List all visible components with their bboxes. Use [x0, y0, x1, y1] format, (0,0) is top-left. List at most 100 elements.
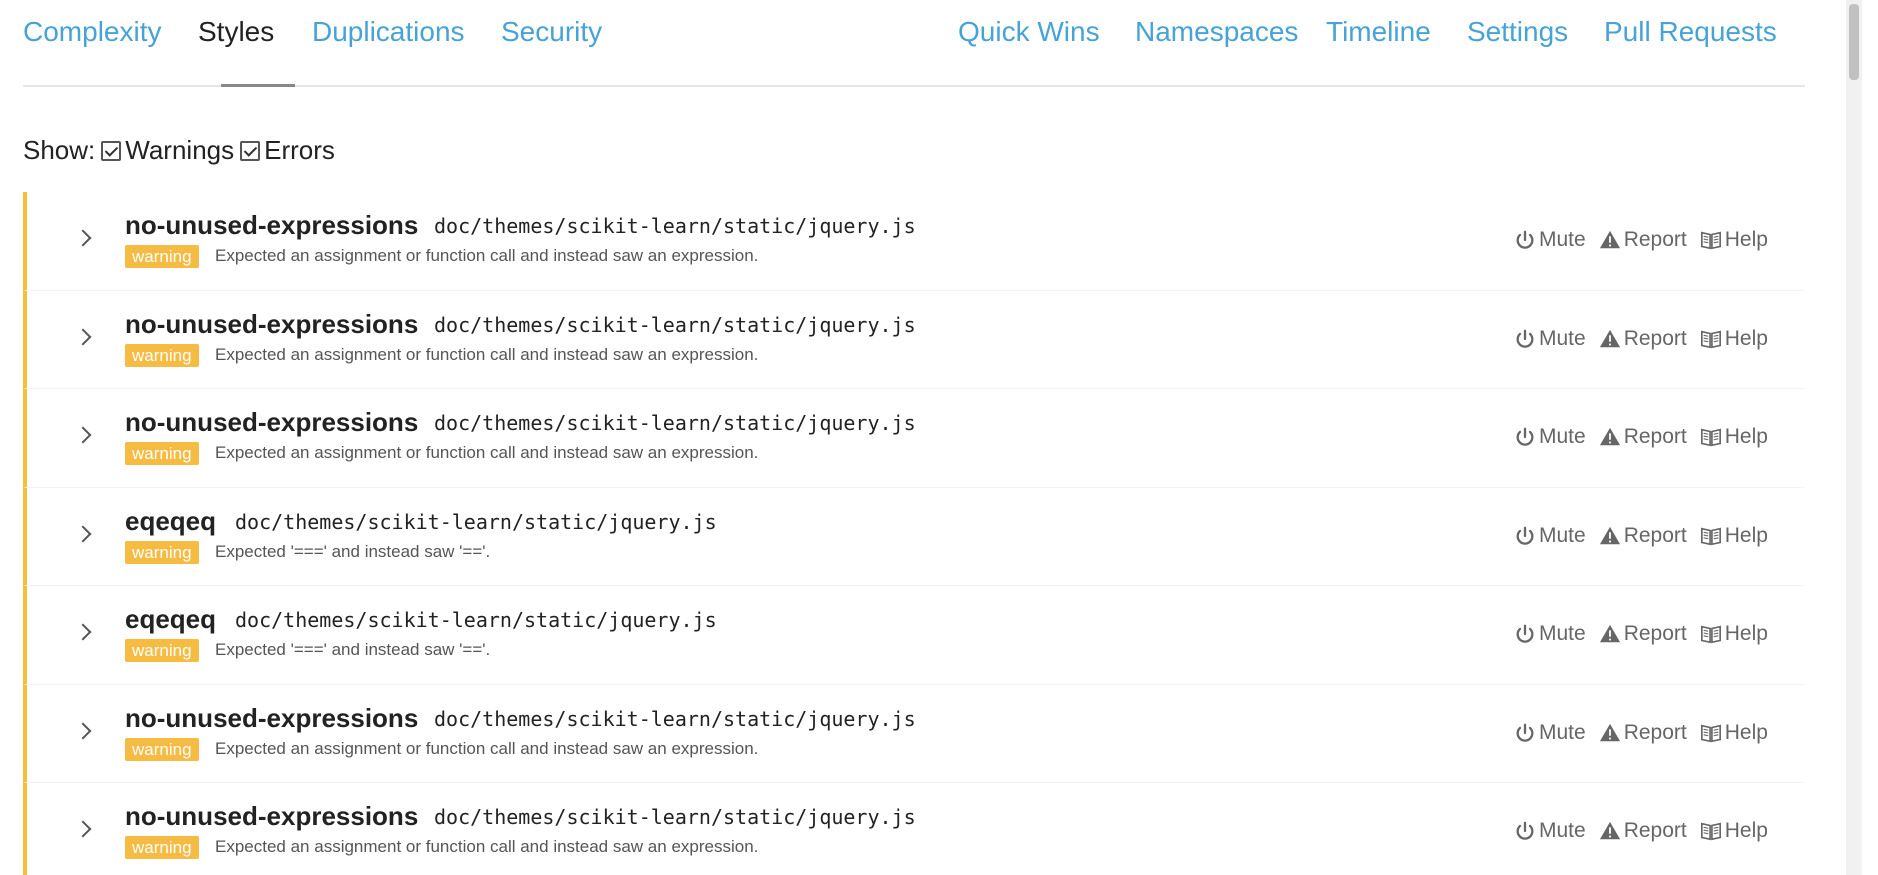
book-icon	[1700, 330, 1721, 348]
list-item: no-unused-expressions doc/themes/scikit-…	[23, 389, 1805, 488]
mute-button[interactable]: Mute	[1514, 228, 1586, 252]
styles-page: Complexity Styles Duplications Security …	[0, 0, 1862, 875]
status-badge: warning	[125, 245, 199, 268]
rule-name[interactable]: no-unused-expressions	[125, 309, 418, 340]
power-icon	[1516, 230, 1534, 249]
status-badge: warning	[125, 737, 199, 761]
list-item: no-unused-expressions doc/themes/scikit-…	[23, 192, 1805, 291]
status-badge: warning	[125, 343, 199, 367]
checkbox-checked-icon	[101, 140, 122, 161]
mute-button[interactable]: Mute	[1514, 524, 1586, 548]
list-item: no-unused-expressions doc/themes/scikit-…	[23, 783, 1805, 875]
warnings-label: Warnings	[125, 135, 235, 165]
help-button[interactable]: Help	[1700, 622, 1768, 646]
report-label: Report	[1623, 819, 1687, 842]
issue-actions: Mute Report Help	[1514, 228, 1781, 252]
report-button[interactable]: Report	[1599, 425, 1687, 449]
help-button[interactable]: Help	[1700, 819, 1768, 843]
power-icon	[1516, 723, 1534, 742]
chevron-right-icon[interactable]	[71, 717, 99, 745]
mute-label: Mute	[1539, 523, 1586, 547]
mute-button[interactable]: Mute	[1514, 721, 1586, 745]
help-button[interactable]: Help	[1700, 228, 1768, 252]
rule-name[interactable]: eqeqeq	[125, 506, 216, 537]
tab-styles[interactable]: Styles	[198, 14, 274, 50]
mute-button[interactable]: Mute	[1514, 622, 1586, 646]
report-label: Report	[1623, 326, 1687, 350]
help-button[interactable]: Help	[1700, 425, 1768, 449]
report-button[interactable]: Report	[1599, 819, 1687, 843]
mute-button[interactable]: Mute	[1514, 819, 1586, 843]
warnings-checkbox[interactable]: Warnings	[101, 135, 234, 166]
file-path[interactable]: doc/themes/scikit-learn/static/jquery.js	[434, 805, 916, 829]
file-path[interactable]: doc/themes/scikit-learn/static/jquery.js	[434, 214, 916, 238]
report-button[interactable]: Report	[1599, 622, 1687, 646]
file-path[interactable]: doc/themes/scikit-learn/static/jquery.js	[434, 707, 916, 731]
tab-complexity[interactable]: Complexity	[23, 14, 161, 50]
report-button[interactable]: Report	[1599, 327, 1687, 351]
tab-pull-requests[interactable]: Pull Requests	[1604, 14, 1777, 50]
tab-duplications[interactable]: Duplications	[312, 14, 465, 50]
file-path[interactable]: doc/themes/scikit-learn/static/jquery.js	[434, 411, 916, 435]
chevron-right-icon[interactable]	[71, 815, 99, 843]
help-label: Help	[1724, 326, 1768, 350]
help-button[interactable]: Help	[1700, 721, 1768, 745]
issue-actions: Mute Report Help	[1514, 327, 1781, 351]
warning-triangle-icon	[1599, 723, 1620, 741]
list-item: no-unused-expressions doc/themes/scikit-…	[23, 684, 1805, 783]
active-tab-indicator	[221, 84, 295, 87]
checkbox-checked-icon	[240, 140, 261, 161]
report-label: Report	[1623, 228, 1687, 251]
help-button[interactable]: Help	[1700, 327, 1768, 351]
book-icon	[1700, 724, 1721, 742]
help-label: Help	[1724, 523, 1768, 547]
status-badge: warning	[125, 540, 199, 564]
chevron-right-icon[interactable]	[71, 323, 99, 351]
mute-button[interactable]: Mute	[1514, 425, 1586, 449]
file-path[interactable]: doc/themes/scikit-learn/static/jquery.js	[235, 608, 717, 632]
file-path[interactable]: doc/themes/scikit-learn/static/jquery.js	[434, 313, 916, 337]
tab-quick-wins[interactable]: Quick Wins	[958, 14, 1100, 50]
chevron-right-icon[interactable]	[71, 421, 99, 449]
mute-label: Mute	[1539, 622, 1586, 645]
power-icon	[1516, 329, 1534, 348]
report-button[interactable]: Report	[1599, 524, 1687, 548]
tab-timeline[interactable]: Timeline	[1326, 14, 1431, 50]
chevron-right-icon[interactable]	[71, 520, 99, 548]
issue-actions: Mute Report Help	[1514, 721, 1781, 745]
warning-triangle-icon	[1599, 427, 1620, 446]
book-icon	[1700, 822, 1721, 841]
report-button[interactable]: Report	[1599, 228, 1687, 252]
mute-label: Mute	[1539, 228, 1586, 251]
errors-label: Errors	[264, 135, 335, 165]
tab-namespaces[interactable]: Namespaces	[1135, 14, 1298, 50]
issue-message: Expected an assignment or function call …	[215, 443, 759, 462]
help-button[interactable]: Help	[1700, 524, 1768, 548]
warning-triangle-icon	[1599, 624, 1620, 643]
warning-triangle-icon	[1599, 230, 1620, 249]
power-icon	[1516, 427, 1534, 446]
report-button[interactable]: Report	[1599, 721, 1687, 745]
issue-actions: Mute Report Help	[1514, 819, 1781, 843]
rule-name[interactable]: no-unused-expressions	[125, 703, 418, 734]
issue-actions: Mute Report Help	[1514, 622, 1781, 646]
book-icon	[1700, 428, 1721, 447]
help-label: Help	[1724, 819, 1768, 842]
chevron-right-icon[interactable]	[71, 618, 99, 646]
power-icon	[1516, 624, 1534, 643]
errors-checkbox[interactable]: Errors	[240, 135, 335, 166]
rule-name[interactable]: no-unused-expressions	[125, 801, 418, 832]
file-path[interactable]: doc/themes/scikit-learn/static/jquery.js	[235, 510, 717, 534]
tab-security[interactable]: Security	[501, 14, 602, 50]
scrollbar-thumb[interactable]	[1849, 4, 1859, 80]
rule-name[interactable]: no-unused-expressions	[125, 210, 418, 241]
rule-name[interactable]: eqeqeq	[125, 604, 216, 635]
tab-settings[interactable]: Settings	[1467, 14, 1568, 50]
chevron-right-icon[interactable]	[71, 224, 99, 252]
warning-triangle-icon	[1599, 329, 1620, 347]
mute-button[interactable]: Mute	[1514, 327, 1586, 351]
severity-filter: Show: Warnings Errors	[23, 135, 341, 166]
vertical-scrollbar[interactable]	[1846, 0, 1862, 875]
rule-name[interactable]: no-unused-expressions	[125, 407, 418, 438]
list-item: eqeqeq doc/themes/scikit-learn/static/jq…	[23, 487, 1805, 586]
